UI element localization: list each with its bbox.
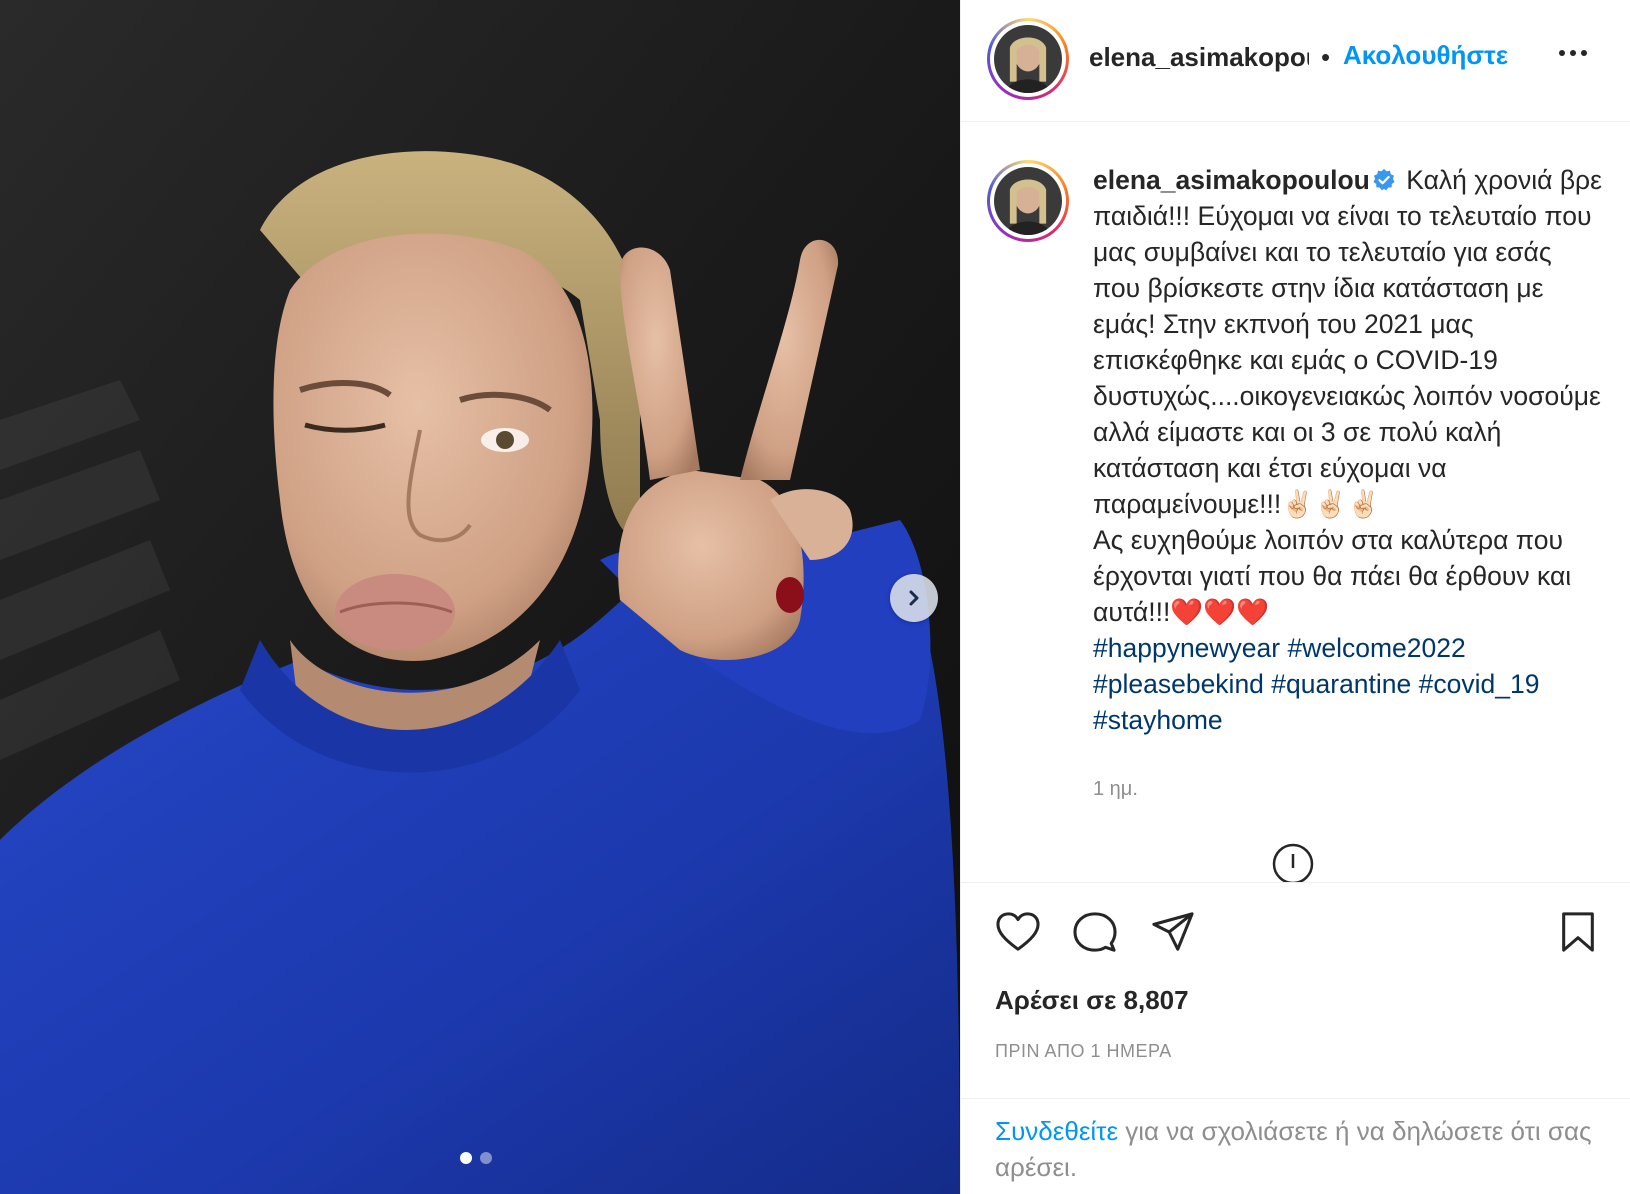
more-dot [1570, 50, 1576, 56]
caption-section: elena_asimakopoulou Καλή χρονιά βρε παιδ… [961, 122, 1630, 882]
carousel-dot-active [460, 1152, 472, 1164]
carousel-dot [480, 1152, 492, 1164]
verified-badge-icon [1373, 169, 1395, 191]
avatar-image [994, 167, 1062, 235]
caption-username[interactable]: elena_asimakopoulou [1093, 165, 1370, 195]
post-actions: Αρέσει σε 8,807 ΠΡΙΝ ΑΠΟ 1 ΗΜΕΡΑ [961, 882, 1630, 1098]
more-options-button[interactable] [1559, 50, 1587, 56]
login-prompt-text: Συνδεθείτε για να σχολιάσετε ή να δηλώσε… [995, 1113, 1595, 1185]
login-link[interactable]: Συνδεθείτε [995, 1116, 1118, 1146]
post-side-panel: elena_asimakopoulou • Ακολουθήστε elena_… [960, 0, 1630, 1194]
send-icon[interactable] [1151, 911, 1195, 953]
post-date[interactable]: ΠΡΙΝ ΑΠΟ 1 ΗΜΕΡΑ [995, 1041, 1172, 1062]
hashtag-link[interactable]: #pleasebekind [1093, 669, 1264, 699]
header-username[interactable]: elena_asimakopoulou [1089, 42, 1309, 73]
hashtag-link[interactable]: #covid_19 [1419, 669, 1540, 699]
carousel-indicator [460, 1152, 492, 1164]
post-media[interactable] [0, 0, 960, 1194]
post-photo [0, 0, 960, 1194]
caption-time[interactable]: 1 ημ. [1093, 778, 1138, 801]
header-separator: • [1321, 42, 1331, 72]
avatar-image [994, 25, 1062, 93]
hashtag-link[interactable]: #welcome2022 [1287, 633, 1465, 663]
bookmark-icon[interactable] [1559, 911, 1597, 953]
chevron-right-icon [909, 590, 919, 606]
follow-button[interactable]: Ακολουθήστε [1343, 40, 1508, 71]
hashtag-link[interactable]: #quarantine [1271, 669, 1411, 699]
comment-login-prompt: Συνδεθείτε για να σχολιάσετε ή να δηλώσε… [961, 1098, 1630, 1194]
avatar[interactable] [987, 18, 1069, 100]
hashtag-link[interactable]: #stayhome [1093, 705, 1223, 735]
caption-text: elena_asimakopoulou Καλή χρονιά βρε παιδ… [1093, 162, 1603, 738]
likes-count[interactable]: Αρέσει σε 8,807 [995, 985, 1189, 1016]
more-dot [1581, 50, 1587, 56]
caption-body: Καλή χρονιά βρε παιδιά!!! Εύχομαι να είν… [1093, 165, 1602, 519]
caption-avatar[interactable] [987, 160, 1069, 242]
post-header: elena_asimakopoulou • Ακολουθήστε [961, 0, 1630, 122]
more-horizontal-icon [1559, 50, 1565, 56]
next-photo-button[interactable] [890, 574, 938, 622]
heart-icon[interactable] [995, 911, 1041, 953]
hashtag-link[interactable]: #happynewyear [1093, 633, 1280, 663]
caption-body-2: Ας ευχηθούμε λοιπόν στα καλύτερα που έρχ… [1093, 525, 1572, 627]
load-more-comments-icon[interactable] [1271, 842, 1315, 882]
comment-icon[interactable] [1073, 911, 1117, 953]
